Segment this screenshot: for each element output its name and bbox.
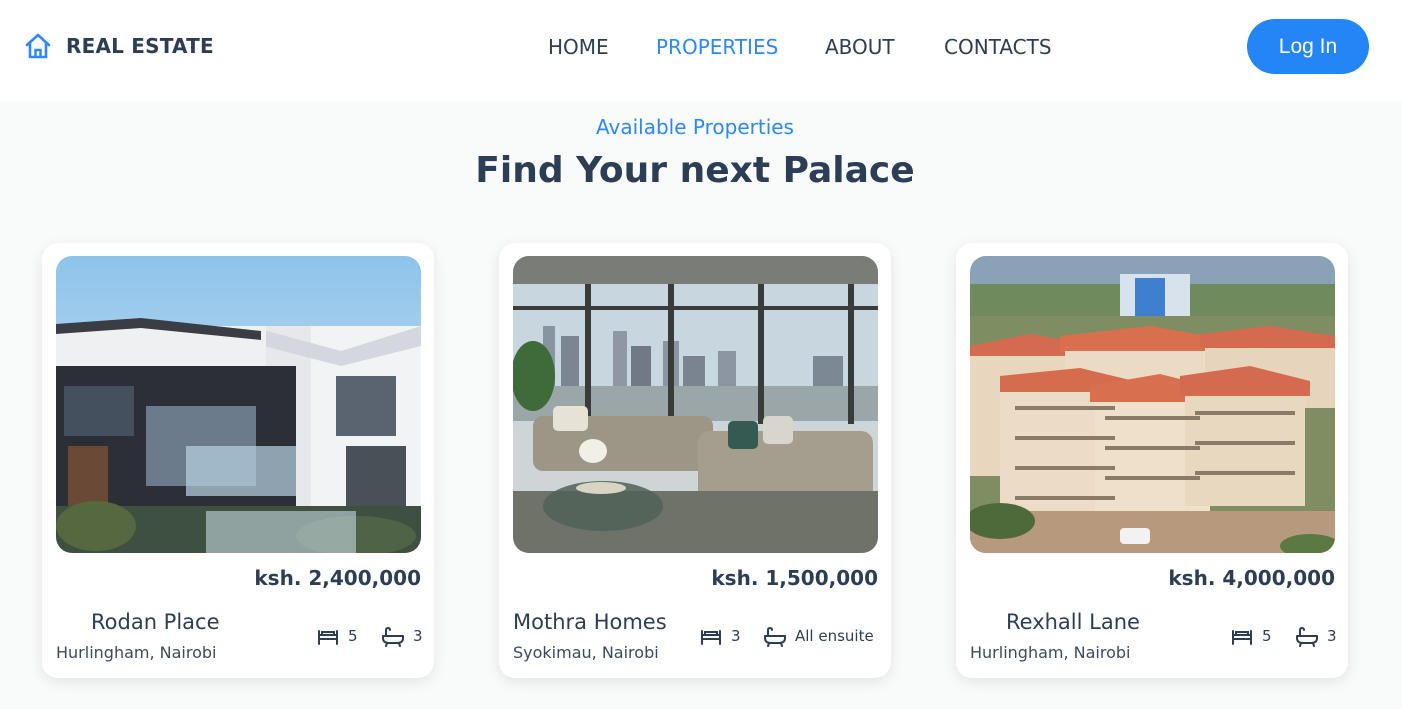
bathroom-count: 3: [1295, 625, 1337, 647]
section-eyebrow: Available Properties: [596, 115, 794, 139]
property-location: Hurlingham, Nairobi: [970, 643, 1131, 662]
bathtub-icon: [381, 625, 405, 647]
bathroom-count: 3: [381, 625, 423, 647]
bed-icon: [1230, 625, 1254, 647]
property-card[interactable]: ksh. 1,500,000 Mothra Homes Syokimau, Na…: [499, 243, 891, 678]
nav-link-properties[interactable]: PROPERTIES: [656, 33, 778, 61]
property-name[interactable]: Rodan Place: [91, 610, 220, 634]
property-card[interactable]: ksh. 4,000,000 Rexhall Lane Hurlingham, …: [956, 243, 1348, 678]
bathtub-icon: [763, 625, 787, 647]
property-name[interactable]: Rexhall Lane: [1006, 610, 1140, 634]
modern-house-photo[interactable]: [56, 256, 421, 553]
bathroom-value: 3: [1327, 627, 1337, 645]
top-navbar: REAL ESTATE HOME PROPERTIES ABOUT CONTAC…: [0, 0, 1402, 101]
section-title: Find Your next Palace: [475, 150, 915, 191]
bed-icon: [699, 625, 723, 647]
bedroom-value: 5: [348, 627, 358, 645]
living-room-photo[interactable]: [513, 256, 878, 553]
nav-link-contacts[interactable]: CONTACTS: [944, 33, 1052, 61]
property-location: Syokimau, Nairobi: [513, 643, 659, 662]
property-name[interactable]: Mothra Homes: [513, 610, 667, 634]
bedroom-count: 5: [1230, 625, 1272, 647]
bed-icon: [316, 625, 340, 647]
bedroom-count: 3: [699, 625, 741, 647]
bathroom-value: 3: [413, 627, 423, 645]
bedroom-value: 5: [1262, 627, 1272, 645]
property-price: ksh. 1,500,000: [711, 566, 878, 590]
login-button[interactable]: Log In: [1247, 19, 1369, 74]
property-location: Hurlingham, Nairobi: [56, 643, 217, 662]
property-card[interactable]: ksh. 2,400,000 Rodan Place Hurlingham, N…: [42, 243, 434, 678]
nav-link-about[interactable]: ABOUT: [825, 33, 895, 61]
main-nav: HOME PROPERTIES ABOUT CONTACTS: [0, 33, 1402, 63]
bathtub-icon: [1295, 625, 1319, 647]
property-price: ksh. 2,400,000: [254, 566, 421, 590]
bedroom-value: 3: [731, 627, 741, 645]
apartment-complex-photo[interactable]: [970, 256, 1335, 553]
property-price: ksh. 4,000,000: [1168, 566, 1335, 590]
nav-link-home[interactable]: HOME: [548, 33, 609, 61]
bathroom-count: All ensuite: [763, 625, 874, 647]
bathroom-value: All ensuite: [795, 627, 874, 645]
bedroom-count: 5: [316, 625, 358, 647]
